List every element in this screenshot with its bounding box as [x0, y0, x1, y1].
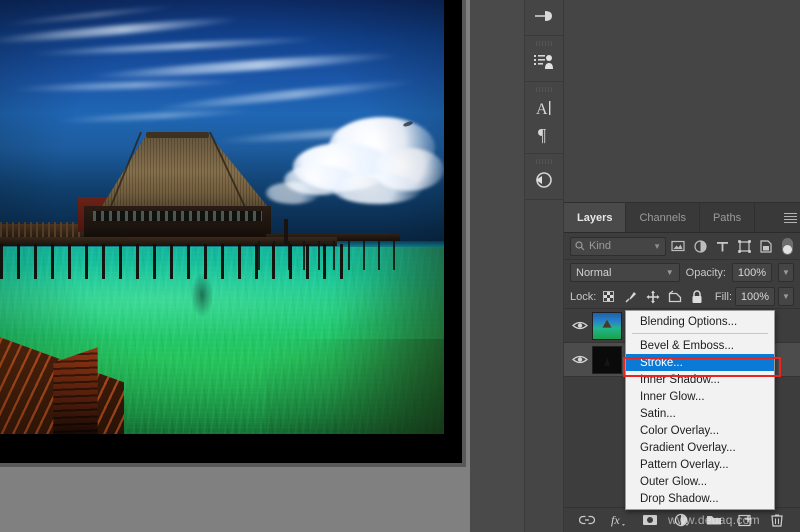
cumulus-cloud — [266, 182, 319, 204]
lock-row: Lock: — [564, 285, 800, 309]
opacity-label: Opacity: — [686, 267, 726, 279]
dock-empty-area — [564, 0, 800, 203]
tab-channels[interactable]: Channels — [626, 203, 699, 232]
lock-transparent-pixels-icon[interactable] — [599, 288, 618, 306]
delete-layer-icon[interactable] — [766, 510, 788, 530]
document-photo[interactable] — [0, 0, 444, 434]
filter-type-icon[interactable] — [712, 237, 732, 256]
menu-item-inner-shadow[interactable]: Inner Shadow... — [626, 371, 774, 388]
canvas-area[interactable] — [0, 0, 470, 532]
layer-visibility-icon[interactable] — [568, 320, 592, 331]
character-icon[interactable]: A — [527, 95, 561, 121]
photoshop-window: A ¶ Layer — [0, 0, 800, 532]
blend-mode-select[interactable]: Normal ▼ — [570, 263, 680, 282]
document-window[interactable] — [0, 0, 462, 463]
link-layers-icon[interactable] — [576, 510, 598, 530]
photo-seabed-shadow — [191, 273, 213, 316]
photo-pilings-right — [258, 241, 400, 269]
filter-pixel-icon[interactable] — [668, 237, 688, 256]
filter-enable-toggle[interactable] — [780, 237, 794, 256]
hamburger-icon — [784, 211, 797, 225]
lock-all-icon[interactable] — [687, 288, 706, 306]
panel-menu-button[interactable] — [781, 203, 800, 232]
photo-sea-shadow-corner — [266, 339, 444, 434]
rail-group-type: A ¶ — [525, 82, 563, 154]
layer-visibility-icon[interactable] — [568, 354, 592, 365]
paragraph-icon[interactable]: ¶ — [527, 121, 561, 147]
checkerboard-glyph — [603, 291, 614, 302]
chevron-down-icon: ▼ — [666, 268, 674, 277]
layer-mask-icon[interactable] — [639, 510, 661, 530]
lock-image-pixels-icon[interactable] — [621, 288, 640, 306]
filter-adjustment-icon[interactable] — [690, 237, 710, 256]
opacity-input[interactable]: 100% — [732, 263, 772, 282]
layer-thumbnail[interactable] — [592, 312, 622, 340]
rail-group-history — [525, 154, 563, 200]
filter-kind-label: Kind — [589, 240, 611, 252]
panel-tab-bar: Layers Channels Paths — [564, 203, 800, 233]
tab-bar-filler — [755, 203, 781, 232]
svg-text:fx: fx — [611, 513, 620, 527]
svg-text:A: A — [536, 101, 548, 118]
brush-preset-icon[interactable] — [527, 3, 561, 29]
clone-source-icon[interactable] — [527, 49, 561, 75]
svg-text:¶: ¶ — [538, 125, 546, 144]
blend-mode-value: Normal — [576, 267, 611, 279]
menu-item-stroke[interactable]: Stroke... — [626, 354, 774, 371]
rail-group-clone — [525, 36, 563, 82]
menu-separator — [632, 333, 768, 334]
chevron-down-icon: ▼ — [653, 242, 661, 251]
menu-item-blending-options[interactable]: Blending Options... — [626, 313, 774, 330]
filter-kind-select[interactable]: Kind ▼ — [570, 237, 666, 256]
lock-artboard-icon[interactable] — [665, 288, 684, 306]
photo-roof-ridge — [146, 132, 209, 137]
tab-paths[interactable]: Paths — [700, 203, 755, 232]
rail-grip[interactable] — [536, 41, 552, 46]
fill-label: Fill: — [715, 291, 732, 303]
search-icon — [575, 241, 585, 251]
rail-group-brush — [525, 0, 563, 36]
layer-thumbnail[interactable] — [592, 346, 622, 374]
menu-item-gradient-overlay[interactable]: Gradient Overlay... — [626, 439, 774, 456]
menu-item-pattern-overlay[interactable]: Pattern Overlay... — [626, 456, 774, 473]
tab-layers[interactable]: Layers — [564, 203, 626, 232]
menu-item-inner-glow[interactable]: Inner Glow... — [626, 388, 774, 405]
menu-item-satin[interactable]: Satin... — [626, 405, 774, 422]
fill-stepper[interactable]: ▼ — [778, 287, 794, 306]
cumulus-cloud — [333, 174, 422, 204]
photo-bungalow-roof — [84, 132, 270, 210]
toggle-pill-icon — [782, 238, 793, 255]
lock-position-icon[interactable] — [643, 288, 662, 306]
chevron-down-icon: ▼ — [782, 268, 790, 277]
photo-bungalow-windows — [93, 211, 262, 221]
rail-grip[interactable] — [536, 87, 552, 92]
blend-mode-row: Normal ▼ Opacity: 100% ▼ — [564, 260, 800, 285]
layer-filter-row: Kind ▼ — [564, 233, 800, 260]
opacity-stepper[interactable]: ▼ — [778, 263, 794, 282]
menu-item-outer-glow[interactable]: Outer Glow... — [626, 473, 774, 490]
filter-smart-object-icon[interactable] — [756, 237, 776, 256]
collapsed-panel-rail: A ¶ — [524, 0, 564, 532]
menu-item-bevel-emboss[interactable]: Bevel & Emboss... — [626, 337, 774, 354]
rail-grip[interactable] — [536, 159, 552, 164]
layer-style-context-menu[interactable]: Blending Options... Bevel & Emboss... St… — [625, 310, 775, 510]
lock-label: Lock: — [570, 291, 596, 303]
watermark: www.deuaq.com — [668, 513, 760, 527]
filter-shape-icon[interactable] — [734, 237, 754, 256]
history-icon[interactable] — [527, 167, 561, 193]
menu-item-drop-shadow[interactable]: Drop Shadow... — [626, 490, 774, 507]
layer-style-fx-icon[interactable]: fx — [608, 510, 630, 530]
chevron-down-icon: ▼ — [782, 292, 790, 301]
menu-item-color-overlay[interactable]: Color Overlay... — [626, 422, 774, 439]
fill-input[interactable]: 100% — [735, 287, 775, 306]
